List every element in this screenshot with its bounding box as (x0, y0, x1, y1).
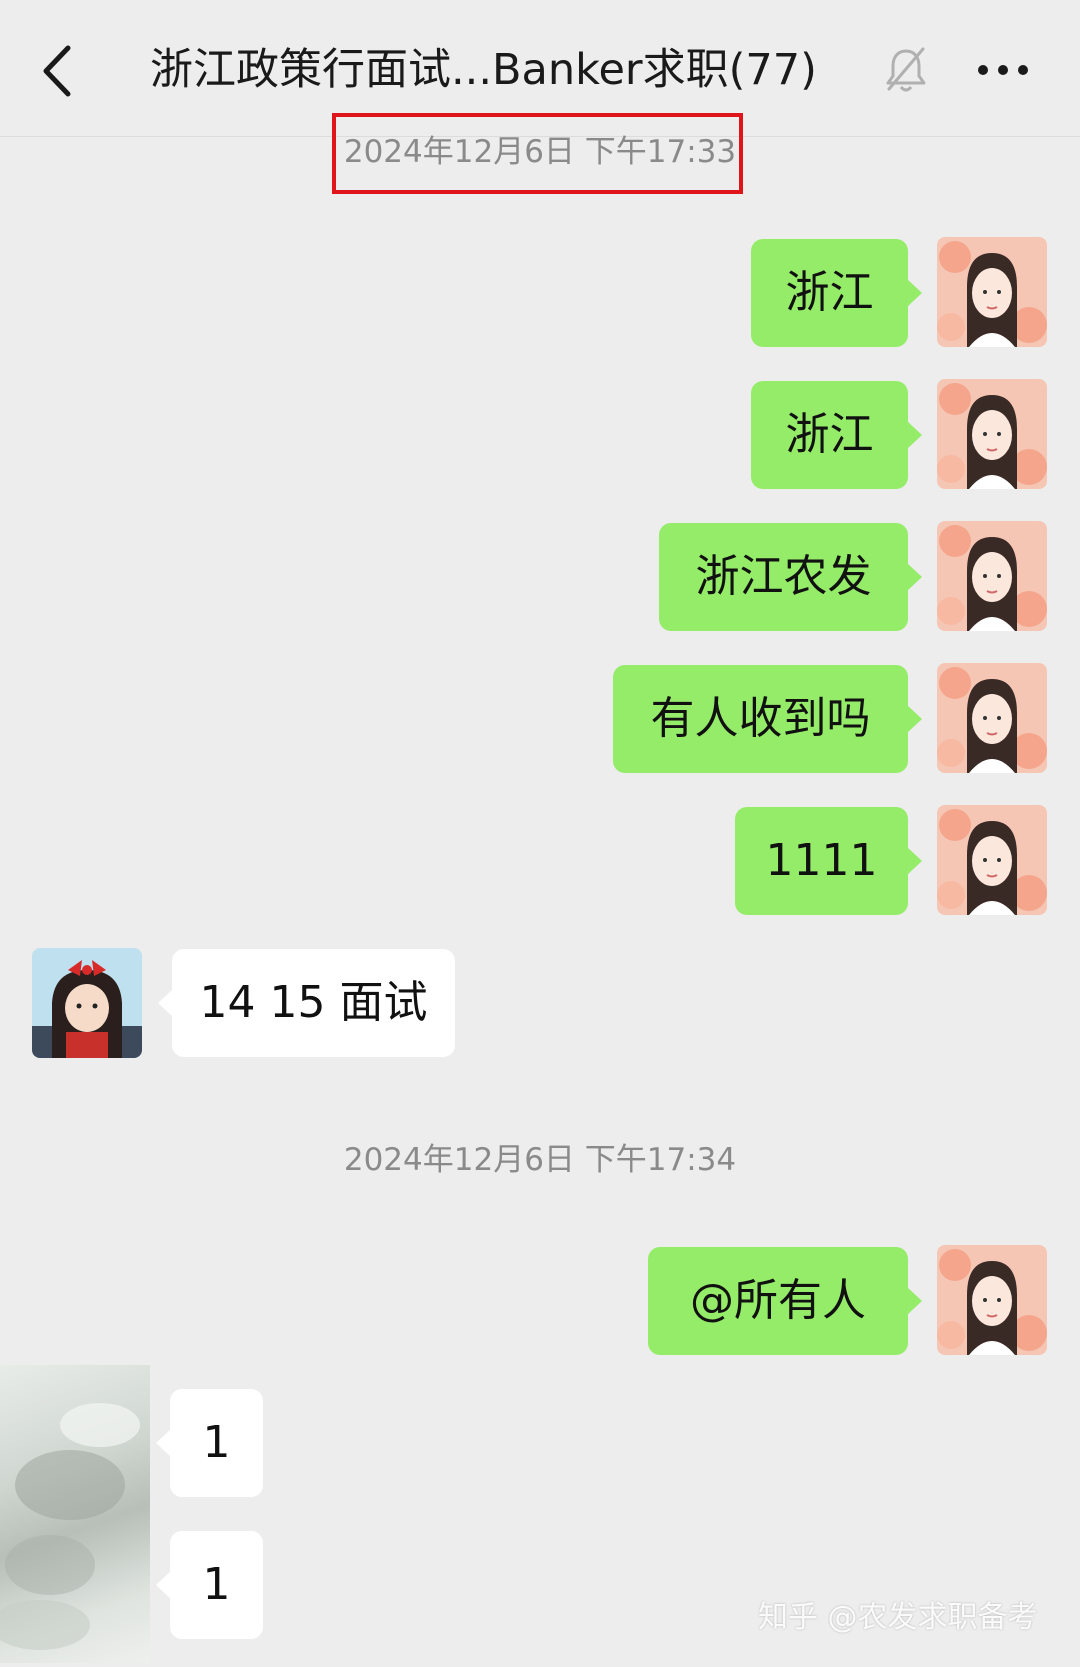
avatar[interactable] (937, 663, 1047, 773)
blurred-avatar[interactable] (0, 1365, 150, 1663)
message-bubble-outgoing[interactable]: 有人收到吗 (613, 665, 922, 773)
message-bubble-outgoing[interactable]: 浙江农发 (659, 523, 922, 631)
message-bubble-outgoing[interactable]: 浙江 (751, 381, 922, 489)
avatar[interactable] (937, 521, 1047, 631)
timestamp: 2024年12月6日 下午17:34 (343, 1142, 737, 1178)
message-bubble-outgoing[interactable]: @所有人 (648, 1247, 922, 1355)
avatar[interactable] (937, 379, 1047, 489)
message-bubble-incoming[interactable]: 1 (156, 1531, 263, 1639)
message-bubble-incoming[interactable]: 14 15 面试 (158, 949, 455, 1057)
back-arrow-icon[interactable] (36, 40, 86, 102)
message-bubble-outgoing[interactable]: 1111 (735, 807, 922, 915)
message-bubble-incoming[interactable]: 1 (156, 1389, 263, 1497)
message-bubble-outgoing[interactable]: 浙江 (751, 239, 922, 347)
mute-bell-icon[interactable] (883, 45, 929, 95)
more-options-icon[interactable] (975, 55, 1031, 85)
avatar[interactable] (937, 805, 1047, 915)
avatar[interactable] (32, 948, 142, 1058)
timestamp-highlight-box (332, 113, 743, 194)
avatar[interactable] (937, 1245, 1047, 1355)
avatar[interactable] (937, 237, 1047, 347)
chat-title: 浙江政策行面试...Banker求职(77) (150, 45, 817, 95)
watermark: 知乎 @农发求职备考 (758, 1600, 1038, 1635)
